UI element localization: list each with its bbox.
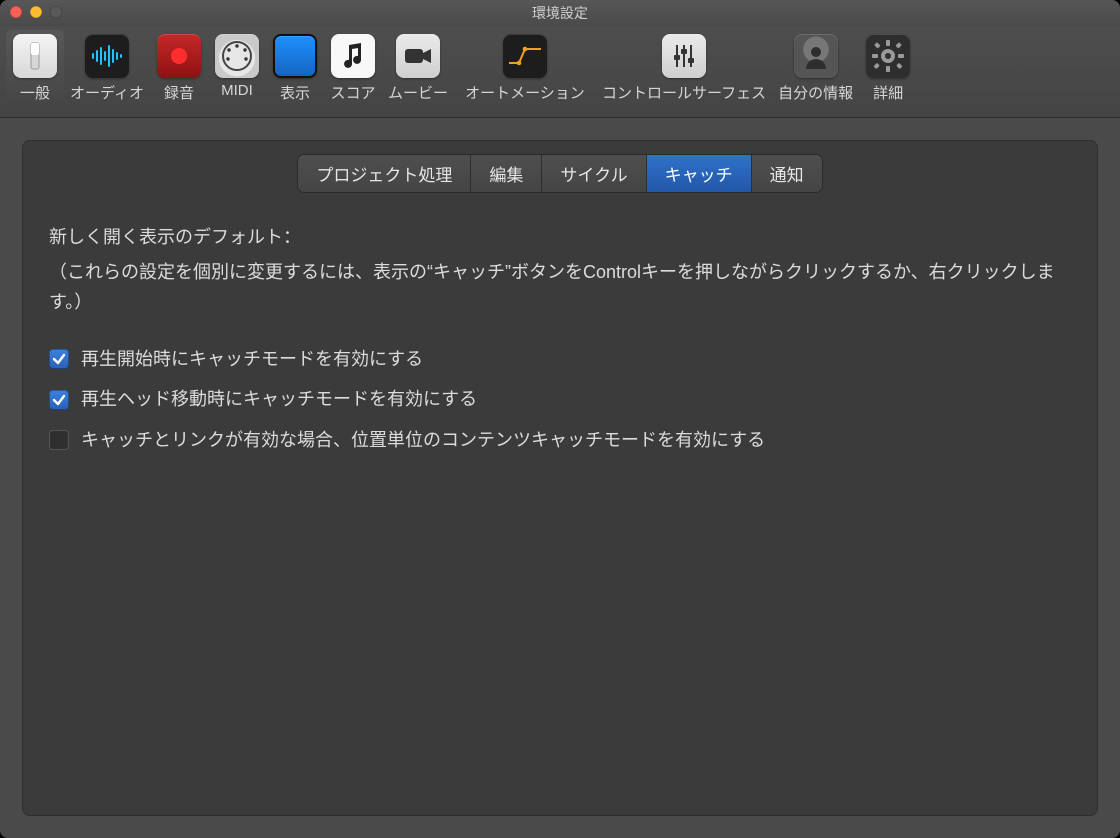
toolbar-item-label: スコア — [330, 82, 375, 103]
music-note-icon — [331, 34, 375, 78]
switch-icon — [13, 34, 57, 78]
toolbar-item-label: 録音 — [164, 82, 194, 103]
toolbar-item-general[interactable]: 一般 — [6, 30, 64, 105]
toolbar-item-score[interactable]: スコア — [324, 30, 382, 105]
tab-catch[interactable]: キャッチ — [647, 155, 752, 192]
toolbar-item-label: 詳細 — [873, 82, 903, 103]
record-icon — [157, 34, 201, 78]
toolbar-item-midi[interactable]: MIDI — [208, 30, 266, 101]
checkbox-row-content-catch: キャッチとリンクが有効な場合、位置単位のコンテンツキャッチモードを有効にする — [49, 425, 1071, 456]
faders-icon — [662, 34, 706, 78]
catch-settings-content: 新しく開く表示のデフォルト： （これらの設定を個別に変更するには、表示の“キャッ… — [23, 192, 1097, 486]
person-icon — [794, 34, 838, 78]
toolbar-item-control-surfaces[interactable]: コントロールサーフェス — [596, 30, 772, 105]
toolbar-item-advanced[interactable]: 詳細 — [859, 30, 917, 105]
toolbar-item-label: 自分の情報 — [778, 82, 853, 103]
gear-icon — [866, 34, 910, 78]
toolbar-item-my-info[interactable]: 自分の情報 — [772, 30, 859, 105]
tab-cycle[interactable]: サイクル — [542, 155, 646, 192]
checkbox-label: 再生開始時にキャッチモードを有効にする — [81, 344, 423, 375]
window-title: 環境設定 — [532, 3, 588, 23]
panel-wrap: プロジェクト処理 編集 サイクル キャッチ 通知 新しく開く表示のデフォルト： … — [0, 118, 1120, 838]
preferences-window: 環境設定 一般 — [0, 0, 1120, 838]
zoom-window-button[interactable] — [50, 6, 62, 18]
toolbar-item-label: オーディオ — [70, 82, 144, 103]
lead-text: 新しく開く表示のデフォルト： — [49, 222, 1071, 253]
preferences-toolbar: 一般 オーディオ — [0, 26, 1120, 118]
checkbox-label: 再生ヘッド移動時にキャッチモードを有効にする — [81, 384, 477, 415]
checkbox-row-on-play-start: 再生開始時にキャッチモードを有効にする — [49, 344, 1071, 375]
toolbar-item-label: 一般 — [20, 82, 50, 103]
general-subtabs: プロジェクト処理 編集 サイクル キャッチ 通知 — [298, 155, 821, 192]
tab-project[interactable]: プロジェクト処理 — [298, 155, 471, 192]
tab-edit[interactable]: 編集 — [471, 155, 542, 192]
checkbox-label: キャッチとリンクが有効な場合、位置単位のコンテンツキャッチモードを有効にする — [81, 425, 765, 456]
general-panel: プロジェクト処理 編集 サイクル キャッチ 通知 新しく開く表示のデフォルト： … — [22, 140, 1098, 816]
checkbox-on-play-start[interactable] — [49, 349, 69, 369]
monitor-icon — [273, 34, 317, 78]
tab-notify[interactable]: 通知 — [752, 155, 822, 192]
toolbar-item-movie[interactable]: ムービー — [382, 30, 454, 105]
automation-line-icon — [503, 34, 547, 78]
camera-icon — [396, 34, 440, 78]
minimize-window-button[interactable] — [30, 6, 42, 18]
traffic-lights — [10, 6, 62, 18]
toolbar-item-label: 表示 — [280, 82, 310, 103]
checkbox-on-playhead-move[interactable] — [49, 390, 69, 410]
toolbar-item-label: オートメーション — [465, 82, 585, 103]
toolbar-item-label: MIDI — [221, 82, 253, 99]
midi-port-icon — [215, 34, 259, 78]
sub-text: （これらの設定を個別に変更するには、表示の“キャッチ”ボタンをControlキー… — [49, 257, 1071, 318]
checkbox-content-catch[interactable] — [49, 430, 69, 450]
toolbar-item-record[interactable]: 録音 — [150, 30, 208, 105]
toolbar-item-audio[interactable]: オーディオ — [64, 30, 150, 105]
toolbar-item-display[interactable]: 表示 — [266, 30, 324, 105]
waveform-icon — [85, 34, 129, 78]
toolbar-item-label: コントロールサーフェス — [602, 82, 766, 103]
titlebar: 環境設定 — [0, 0, 1120, 26]
toolbar-item-label: ムービー — [388, 82, 448, 103]
close-window-button[interactable] — [10, 6, 22, 18]
toolbar-item-automation[interactable]: オートメーション — [454, 30, 596, 105]
checkbox-row-on-playhead-move: 再生ヘッド移動時にキャッチモードを有効にする — [49, 384, 1071, 415]
